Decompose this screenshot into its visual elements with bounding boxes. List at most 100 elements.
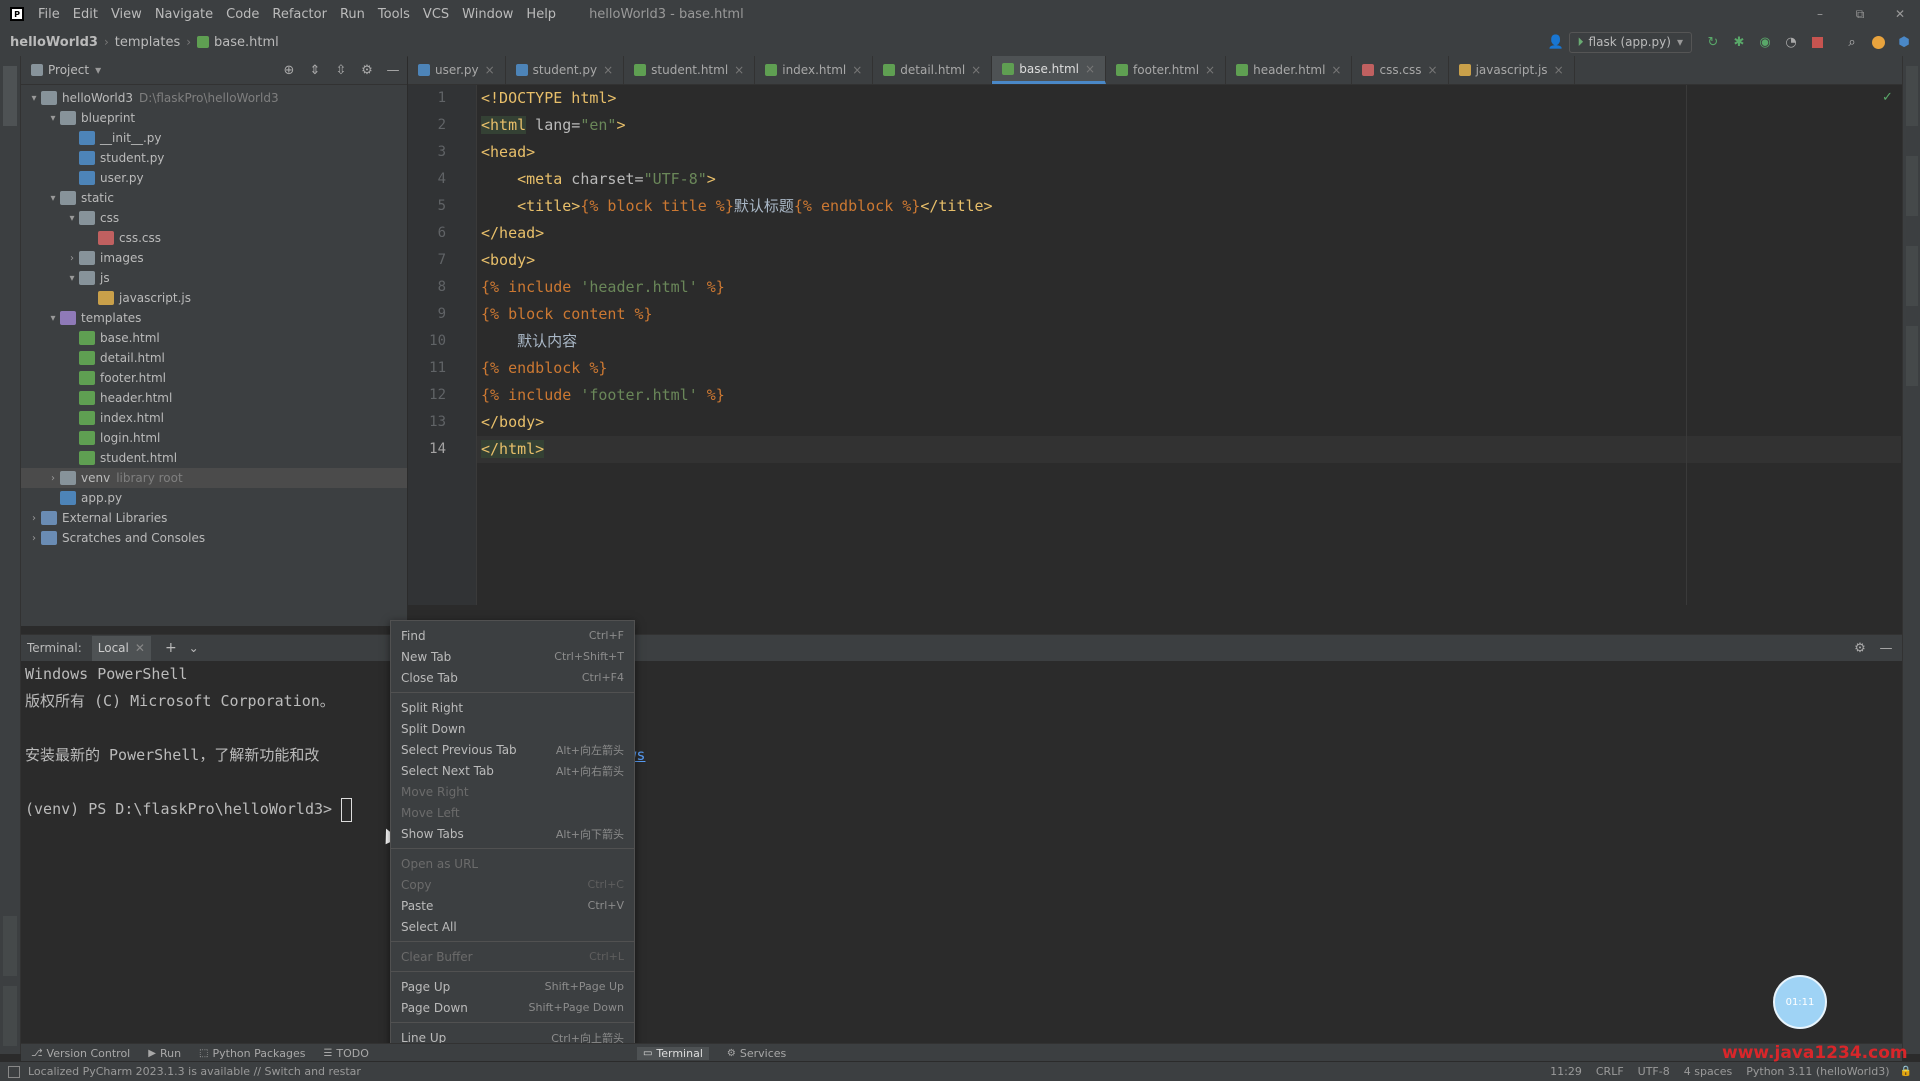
- breadcrumb-folder[interactable]: templates: [115, 35, 180, 50]
- chevron-right-icon[interactable]: ›: [27, 533, 41, 544]
- tab-detail-html[interactable]: detail.html ×: [873, 56, 993, 84]
- close-icon[interactable]: ×: [1554, 63, 1564, 77]
- tree-item[interactable]: index.html: [21, 408, 407, 428]
- tab-footer-html[interactable]: footer.html ×: [1106, 56, 1227, 84]
- tool-todo[interactable]: ☰ TODO: [323, 1047, 368, 1060]
- lock-icon[interactable]: 🔒: [1900, 1066, 1912, 1077]
- breadcrumb-project[interactable]: helloWorld3: [10, 35, 98, 50]
- menu-refactor[interactable]: Refactor: [272, 7, 327, 22]
- menu-item-show-tabs[interactable]: Show Tabs Alt+向下箭头: [391, 823, 634, 844]
- inspection-ok-icon[interactable]: ✓: [1882, 90, 1893, 105]
- terminal-output[interactable]: Windows PowerShell 版权所有 (C) Microsoft Co…: [21, 661, 1902, 1043]
- menu-vcs[interactable]: VCS: [423, 7, 449, 22]
- menu-navigate[interactable]: Navigate: [155, 7, 213, 22]
- screen-recorder-bubble[interactable]: 01:11: [1773, 975, 1827, 1029]
- coverage-icon[interactable]: ◉: [1757, 34, 1773, 50]
- minimize-button[interactable]: –: [1800, 7, 1840, 21]
- chevron-right-icon[interactable]: ›: [27, 513, 41, 524]
- chevron-down-icon[interactable]: ▾: [95, 63, 101, 77]
- tool-terminal[interactable]: ▭ Terminal: [636, 1046, 709, 1060]
- project-view-select[interactable]: Project: [48, 63, 89, 77]
- close-icon[interactable]: ×: [1428, 63, 1438, 77]
- caret-position[interactable]: 11:29: [1550, 1065, 1582, 1078]
- new-terminal-button[interactable]: +: [165, 640, 177, 656]
- tree-item[interactable]: ▾ blueprint: [21, 108, 407, 128]
- close-button[interactable]: ✕: [1880, 7, 1920, 21]
- plugin-icon[interactable]: ⬢: [1896, 34, 1912, 50]
- gear-icon[interactable]: ⚙: [359, 62, 375, 78]
- menu-item-close-tab[interactable]: Close Tab Ctrl+F4: [391, 667, 634, 688]
- collapse-all-icon[interactable]: ⇳: [333, 62, 349, 78]
- chevron-down-icon[interactable]: ▾: [46, 113, 60, 124]
- app-logo[interactable]: P: [10, 7, 24, 21]
- tool-version-control[interactable]: ⎇ Version Control: [31, 1047, 130, 1060]
- tab-user-py[interactable]: user.py ×: [408, 56, 506, 84]
- tree-item[interactable]: ▾ css: [21, 208, 407, 228]
- menu-window[interactable]: Window: [462, 7, 513, 22]
- maximize-button[interactable]: ⧉: [1840, 7, 1880, 22]
- tree-item[interactable]: footer.html: [21, 368, 407, 388]
- chevron-down-icon[interactable]: ▾: [27, 93, 41, 104]
- menu-item-page-down[interactable]: Page Down Shift+Page Down: [391, 997, 634, 1018]
- tree-item[interactable]: › Scratches and Consoles: [21, 528, 407, 548]
- hide-icon[interactable]: —: [1878, 640, 1894, 656]
- tree-item[interactable]: header.html: [21, 388, 407, 408]
- tab-base-html[interactable]: base.html ×: [992, 56, 1107, 84]
- profile-icon[interactable]: ◔: [1783, 34, 1799, 50]
- menu-item-find[interactable]: Find Ctrl+F: [391, 625, 634, 646]
- tree-item[interactable]: ▾ static: [21, 188, 407, 208]
- tree-item[interactable]: css.css: [21, 228, 407, 248]
- structure-tool-button[interactable]: [3, 986, 17, 1046]
- gear-icon[interactable]: ⚙: [1852, 640, 1868, 656]
- close-icon[interactable]: ×: [734, 63, 744, 77]
- code-editor[interactable]: <!DOCTYPE html> <html lang="en"> <head> <m…: [477, 85, 1901, 605]
- menu-item-select-all[interactable]: Select All: [391, 916, 634, 937]
- close-icon[interactable]: ×: [1205, 63, 1215, 77]
- tab-student-html[interactable]: student.html ×: [624, 56, 756, 84]
- menu-view[interactable]: View: [111, 7, 142, 22]
- tree-item[interactable]: ▾ templates: [21, 308, 407, 328]
- close-icon[interactable]: ×: [852, 63, 862, 77]
- chevron-down-icon[interactable]: ▾: [46, 193, 60, 204]
- chevron-right-icon[interactable]: ›: [46, 473, 60, 484]
- tree-item[interactable]: base.html: [21, 328, 407, 348]
- expand-all-icon[interactable]: ⇕: [307, 62, 323, 78]
- tree-item[interactable]: user.py: [21, 168, 407, 188]
- line-separator[interactable]: CRLF: [1596, 1065, 1624, 1078]
- tree-item[interactable]: › External Libraries: [21, 508, 407, 528]
- chevron-right-icon[interactable]: ›: [65, 253, 79, 264]
- user-icon[interactable]: 👤: [1547, 34, 1563, 50]
- tool-services[interactable]: ⚙ Services: [727, 1047, 786, 1060]
- menu-help[interactable]: Help: [526, 7, 556, 22]
- menu-code[interactable]: Code: [226, 7, 259, 22]
- hide-icon[interactable]: —: [385, 62, 401, 78]
- debug-icon[interactable]: ✱: [1731, 34, 1747, 50]
- tree-item[interactable]: ▾ helloWorld3 D:\flaskPro\helloWorld3: [21, 88, 407, 108]
- tree-item[interactable]: › images: [21, 248, 407, 268]
- tab-student-py[interactable]: student.py ×: [506, 56, 625, 84]
- tree-item[interactable]: javascript.js: [21, 288, 407, 308]
- chevron-down-icon[interactable]: ▾: [65, 213, 79, 224]
- menu-item-new-tab[interactable]: New Tab Ctrl+Shift+T: [391, 646, 634, 667]
- bookmarks-tool-button[interactable]: [3, 916, 17, 976]
- menu-item-select-next-tab[interactable]: Select Next Tab Alt+向右箭头: [391, 760, 634, 781]
- menu-edit[interactable]: Edit: [73, 7, 98, 22]
- status-message[interactable]: Localized PyCharm 2023.1.3 is available …: [28, 1065, 361, 1078]
- stop-icon[interactable]: [1809, 34, 1825, 50]
- tool-python-packages[interactable]: ⬚ Python Packages: [199, 1047, 305, 1060]
- tab-index-html[interactable]: index.html ×: [755, 56, 874, 84]
- close-icon[interactable]: ✕: [135, 641, 145, 655]
- database-tool-button[interactable]: [1906, 156, 1918, 216]
- indent-setting[interactable]: 4 spaces: [1684, 1065, 1733, 1078]
- tree-item[interactable]: login.html: [21, 428, 407, 448]
- chevron-down-icon[interactable]: ⌄: [189, 641, 199, 655]
- python-interpreter[interactable]: Python 3.11 (helloWorld3): [1746, 1065, 1889, 1078]
- close-icon[interactable]: ×: [1331, 63, 1341, 77]
- tree-item[interactable]: detail.html: [21, 348, 407, 368]
- status-toggle-icon[interactable]: [8, 1065, 20, 1078]
- menu-run[interactable]: Run: [340, 7, 365, 22]
- tab-header-html[interactable]: header.html ×: [1226, 56, 1353, 84]
- tab-css-css[interactable]: css.css ×: [1352, 56, 1449, 84]
- menu-item-split-down[interactable]: Split Down: [391, 718, 634, 739]
- notifications-tool-button[interactable]: [1906, 66, 1918, 126]
